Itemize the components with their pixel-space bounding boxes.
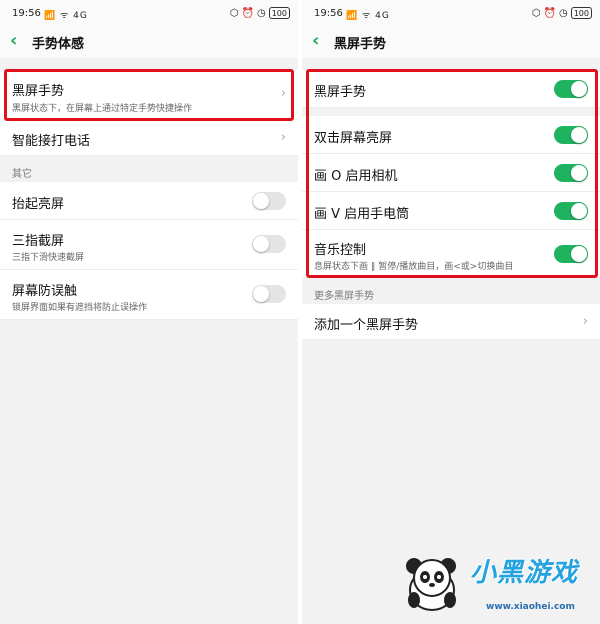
list-item-smart-call[interactable]: 智能接打电话 ›: [0, 120, 298, 156]
toggle-switch[interactable]: [252, 235, 286, 253]
panda-icon: [406, 558, 456, 611]
toggle-switch[interactable]: [554, 164, 588, 182]
clock-icon: ◷: [256, 7, 266, 19]
section-label-other: 其它: [0, 156, 298, 182]
list-item-label: 屏幕防误触: [12, 284, 78, 299]
clock-icon: ◷: [558, 7, 568, 19]
list-item-black-screen-gesture[interactable]: 黑屏手势 黑屏状态下，在屏幕上通过特定手势快捷操作 ›: [0, 70, 298, 120]
list-item-sub: 息屏状态下画 ‖ 暂停/播放曲目，画<或>切换曲目: [314, 262, 514, 272]
alarm-icon: ⏰: [543, 7, 556, 19]
nfc-icon: ⬡: [229, 7, 239, 19]
status-bar: 19:56 📶 ᯤ 4G ⬡ ⏰ ◷ 100: [0, 0, 298, 28]
list-item-label: 画 O 启用相机: [314, 169, 398, 184]
toggle-switch[interactable]: [252, 285, 286, 303]
list-item-label: 黑屏手势: [314, 85, 367, 100]
toggle-switch[interactable]: [554, 126, 588, 144]
section-label-more: 更多黑屏手势: [302, 278, 600, 304]
alarm-icon: ⏰: [241, 7, 254, 19]
status-time: 19:56: [314, 8, 343, 19]
battery-icon: 100: [570, 7, 592, 19]
list-item-music-control: 音乐控制 息屏状态下画 ‖ 暂停/播放曲目，画<或>切换曲目: [302, 230, 600, 278]
watermark-text: 小黑游戏: [470, 558, 579, 588]
list-item-label: 双击屏幕亮屏: [314, 131, 393, 146]
list-item-label: 三指截屏: [12, 234, 65, 249]
page-title: 手势体感: [32, 37, 85, 52]
status-time: 19:56: [12, 8, 41, 19]
list-item-sub: 锁屏界面如果有遮挡将防止误操作: [12, 303, 148, 313]
list-item-label: 智能接打电话: [12, 134, 91, 149]
left-screen: 19:56 📶 ᯤ 4G ⬡ ⏰ ◷ 100 ‹ 手势体感 黑屏手势 黑屏状态下…: [0, 0, 298, 624]
list-item-double-tap: 双击屏幕亮屏: [302, 116, 600, 154]
watermark-url: www.xiaohei.com: [486, 602, 575, 612]
list-item-sub: 三指下滑快速截屏: [12, 253, 85, 263]
toggle-switch[interactable]: [554, 80, 588, 98]
toggle-switch[interactable]: [554, 245, 588, 263]
list-item-raise-to-wake: 抬起亮屏: [0, 182, 298, 220]
right-screen: 19:56 📶 ᯤ 4G ⬡ ⏰ ◷ 100 ‹ 黑屏手势 黑屏手势 双击屏幕亮…: [302, 0, 600, 624]
chevron-right-icon: ›: [582, 314, 588, 329]
nfc-icon: ⬡: [531, 7, 541, 19]
list-item-master-toggle: 黑屏手势: [302, 70, 600, 108]
toggle-switch[interactable]: [554, 202, 588, 220]
header: ‹ 黑屏手势: [302, 28, 600, 58]
signal-icon: 📶 ᯤ 4G: [44, 11, 88, 21]
list-item-label: 音乐控制: [314, 243, 367, 258]
page-title: 黑屏手势: [334, 37, 387, 52]
list-item-label: 画 V 启用手电筒: [314, 207, 410, 222]
list-item-draw-v-flashlight: 画 V 启用手电筒: [302, 192, 600, 230]
chevron-right-icon: ›: [280, 86, 286, 101]
list-item-draw-o-camera: 画 O 启用相机: [302, 154, 600, 192]
back-arrow-icon[interactable]: ‹: [10, 30, 17, 52]
back-arrow-icon[interactable]: ‹: [312, 30, 319, 52]
list-item-sub: 黑屏状态下，在屏幕上通过特定手势快捷操作: [12, 104, 193, 114]
header: ‹ 手势体感: [0, 28, 298, 58]
watermark-logo: 小黑游戏 www.xiaohei.com: [400, 544, 596, 620]
list-item-label: 黑屏手势: [12, 84, 65, 99]
list-item-label: 添加一个黑屏手势: [314, 318, 419, 333]
list-item-three-finger-screenshot: 三指截屏 三指下滑快速截屏: [0, 220, 298, 270]
status-bar: 19:56 📶 ᯤ 4G ⬡ ⏰ ◷ 100: [302, 0, 600, 28]
list-item-accidental-touch: 屏幕防误触 锁屏界面如果有遮挡将防止误操作: [0, 270, 298, 320]
toggle-switch[interactable]: [252, 192, 286, 210]
battery-icon: 100: [268, 7, 290, 19]
chevron-right-icon: ›: [280, 130, 286, 145]
signal-icon: 📶 ᯤ 4G: [346, 11, 390, 21]
list-item-label: 抬起亮屏: [12, 197, 65, 212]
list-item-add-gesture[interactable]: 添加一个黑屏手势 ›: [302, 304, 600, 340]
